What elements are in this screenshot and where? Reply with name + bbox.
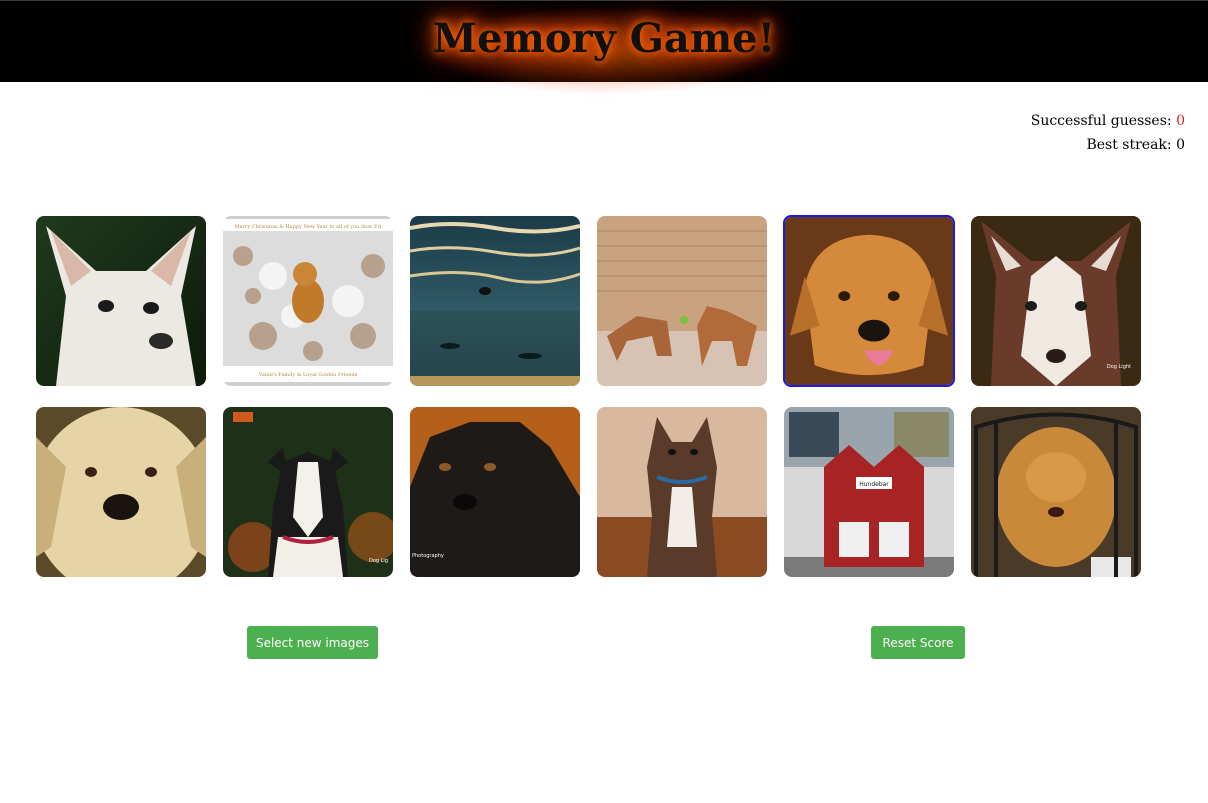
golden-snow-image: Merry Christmas & Happy New Year to all … <box>223 216 393 386</box>
card-3-beach[interactable] <box>410 216 580 386</box>
tricolor-image: Dog Lig <box>223 407 393 577</box>
husky-image: Dog Light <box>971 216 1141 386</box>
card-9-black-dog[interactable]: Photography <box>410 407 580 577</box>
successful-guesses-value: 0 <box>1176 113 1185 129</box>
best-streak-value: 0 <box>1176 137 1185 153</box>
page-title: Memory Game! <box>432 15 776 62</box>
header-bar: Memory Game! <box>0 0 1208 95</box>
card-8-tricolor[interactable]: Dog Lig <box>223 407 393 577</box>
tricolor-signature-text: Dog Lig <box>369 558 388 564</box>
husky-signature-text: Dog Light <box>1107 364 1131 370</box>
card-7-pyrenees[interactable] <box>36 407 206 577</box>
card-6-husky[interactable]: Dog Light <box>971 216 1141 386</box>
chihuahua-image <box>36 216 206 386</box>
pyrenees-image <box>36 407 206 577</box>
score-panel: Successful guesses: 0 Best streak: 0 <box>1031 109 1185 157</box>
bulldog-image <box>597 407 767 577</box>
card-1-chihuahua[interactable] <box>36 216 206 386</box>
dog-house-sign-text: Hundebar <box>859 481 889 488</box>
card-11-dog-house[interactable]: Hundebar <box>784 407 954 577</box>
black-dog-signature-text: Photography <box>412 553 444 559</box>
select-new-images-button[interactable]: Select new images <box>247 626 378 659</box>
beach-image <box>410 216 580 386</box>
successful-guesses: Successful guesses: 0 <box>1031 109 1185 133</box>
snow-top-text: Merry Christmas & Happy New Year to all … <box>235 224 382 230</box>
successful-guesses-label: Successful guesses: <box>1030 113 1172 129</box>
card-4-two-dogs[interactable] <box>597 216 767 386</box>
snow-bottom-text: Vanni's Family & Loyal Golden Friends <box>258 372 358 378</box>
reset-score-button[interactable]: Reset Score <box>871 626 965 659</box>
card-12-golden-crate[interactable] <box>971 407 1141 577</box>
dog-house-image: Hundebar <box>784 407 954 577</box>
golden-crate-image <box>971 407 1141 577</box>
black-dog-image: Photography <box>410 407 580 577</box>
card-2-golden-snow[interactable]: Merry Christmas & Happy New Year to all … <box>223 216 393 386</box>
hound-image <box>785 217 953 385</box>
best-streak: Best streak: 0 <box>1031 133 1185 157</box>
card-10-bulldog[interactable] <box>597 407 767 577</box>
two-dogs-image <box>597 216 767 386</box>
card-5-hound[interactable] <box>783 215 955 387</box>
best-streak-label: Best streak: <box>1086 137 1172 153</box>
